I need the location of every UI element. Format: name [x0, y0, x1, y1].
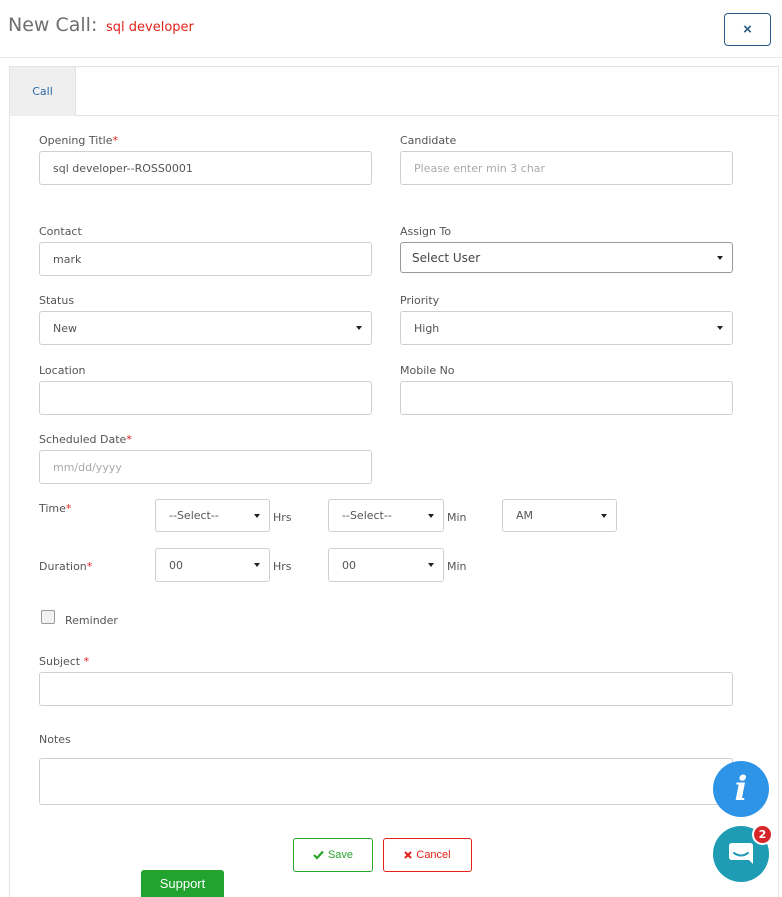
time-min-unit: Min: [447, 511, 467, 524]
time-hours-value: --Select--: [169, 509, 219, 522]
chevron-down-icon: [254, 513, 260, 518]
modal-header: New Call: sql developer ×: [0, 0, 782, 58]
info-icon: i: [734, 769, 748, 809]
time-hrs-unit: Hrs: [273, 511, 292, 524]
reminder-checkbox[interactable]: [41, 610, 55, 624]
scheduled-date-label: Scheduled Date*: [39, 433, 132, 446]
notes-textarea[interactable]: [39, 758, 733, 805]
support-button[interactable]: Support: [141, 870, 224, 897]
status-select[interactable]: New: [39, 311, 372, 345]
assign-to-select[interactable]: Select User: [400, 242, 733, 273]
priority-label: Priority: [400, 294, 440, 307]
modal-subtitle: sql developer: [106, 20, 194, 35]
cancel-label: Cancel: [416, 849, 451, 861]
time-label: Time*: [39, 502, 72, 515]
opening-title-label: Opening Title*: [39, 134, 118, 147]
duration-label: Duration*: [39, 560, 93, 573]
mobile-no-label: Mobile No: [400, 364, 455, 377]
cancel-button[interactable]: Cancel: [383, 838, 472, 872]
mobile-no-input[interactable]: [400, 381, 733, 415]
duration-hours-select[interactable]: 00: [155, 548, 270, 582]
status-value: New: [53, 321, 77, 335]
opening-title-input[interactable]: sql developer--ROSS0001: [39, 151, 372, 185]
duration-hrs-unit: Hrs: [273, 560, 292, 573]
time-ampm-select[interactable]: AM: [502, 499, 617, 532]
assign-to-label: Assign To: [400, 225, 452, 238]
notification-badge: 2: [752, 824, 773, 845]
duration-hours-value: 00: [169, 558, 183, 572]
tab-call[interactable]: Call: [10, 67, 76, 116]
save-label: Save: [327, 849, 354, 861]
subject-label: Subject *: [39, 655, 90, 668]
scheduled-date-input[interactable]: mm/dd/yyyy: [39, 450, 372, 484]
contact-input[interactable]: mark: [39, 242, 372, 276]
time-hours-select[interactable]: --Select--: [155, 499, 270, 532]
x-icon: [404, 851, 413, 859]
duration-minutes-value: 00: [342, 558, 356, 572]
candidate-label: Candidate: [400, 134, 457, 147]
contact-label: Contact: [39, 225, 82, 238]
info-button[interactable]: i: [713, 761, 769, 817]
chevron-down-icon: [428, 513, 434, 518]
chevron-down-icon: [601, 513, 607, 518]
duration-minutes-select[interactable]: 00: [328, 548, 444, 582]
notes-label: Notes: [39, 733, 71, 746]
subject-input[interactable]: [39, 672, 733, 706]
chevron-down-icon: [254, 563, 260, 567]
candidate-input[interactable]: Please enter min 3 char: [400, 151, 733, 185]
duration-min-unit: Min: [447, 560, 467, 573]
close-icon: ×: [743, 21, 752, 38]
modal-title: New Call:: [8, 14, 98, 36]
time-minutes-select[interactable]: --Select--: [328, 499, 444, 532]
check-icon: [313, 850, 324, 860]
chevron-down-icon: [717, 255, 723, 260]
location-input[interactable]: [39, 381, 372, 415]
save-button[interactable]: Save: [293, 838, 373, 872]
priority-select[interactable]: High: [400, 311, 733, 345]
close-button[interactable]: ×: [724, 13, 771, 46]
time-ampm-value: AM: [516, 509, 534, 522]
status-label: Status: [39, 294, 75, 307]
priority-value: High: [414, 321, 440, 335]
chevron-down-icon: [428, 563, 434, 567]
assign-to-value: Select User: [412, 250, 481, 265]
chevron-down-icon: [717, 326, 723, 330]
reminder-label: Reminder: [65, 614, 118, 627]
tab-bar: Call: [10, 67, 778, 116]
time-minutes-value: --Select--: [342, 509, 392, 522]
location-label: Location: [39, 364, 86, 377]
chevron-down-icon: [356, 326, 362, 330]
